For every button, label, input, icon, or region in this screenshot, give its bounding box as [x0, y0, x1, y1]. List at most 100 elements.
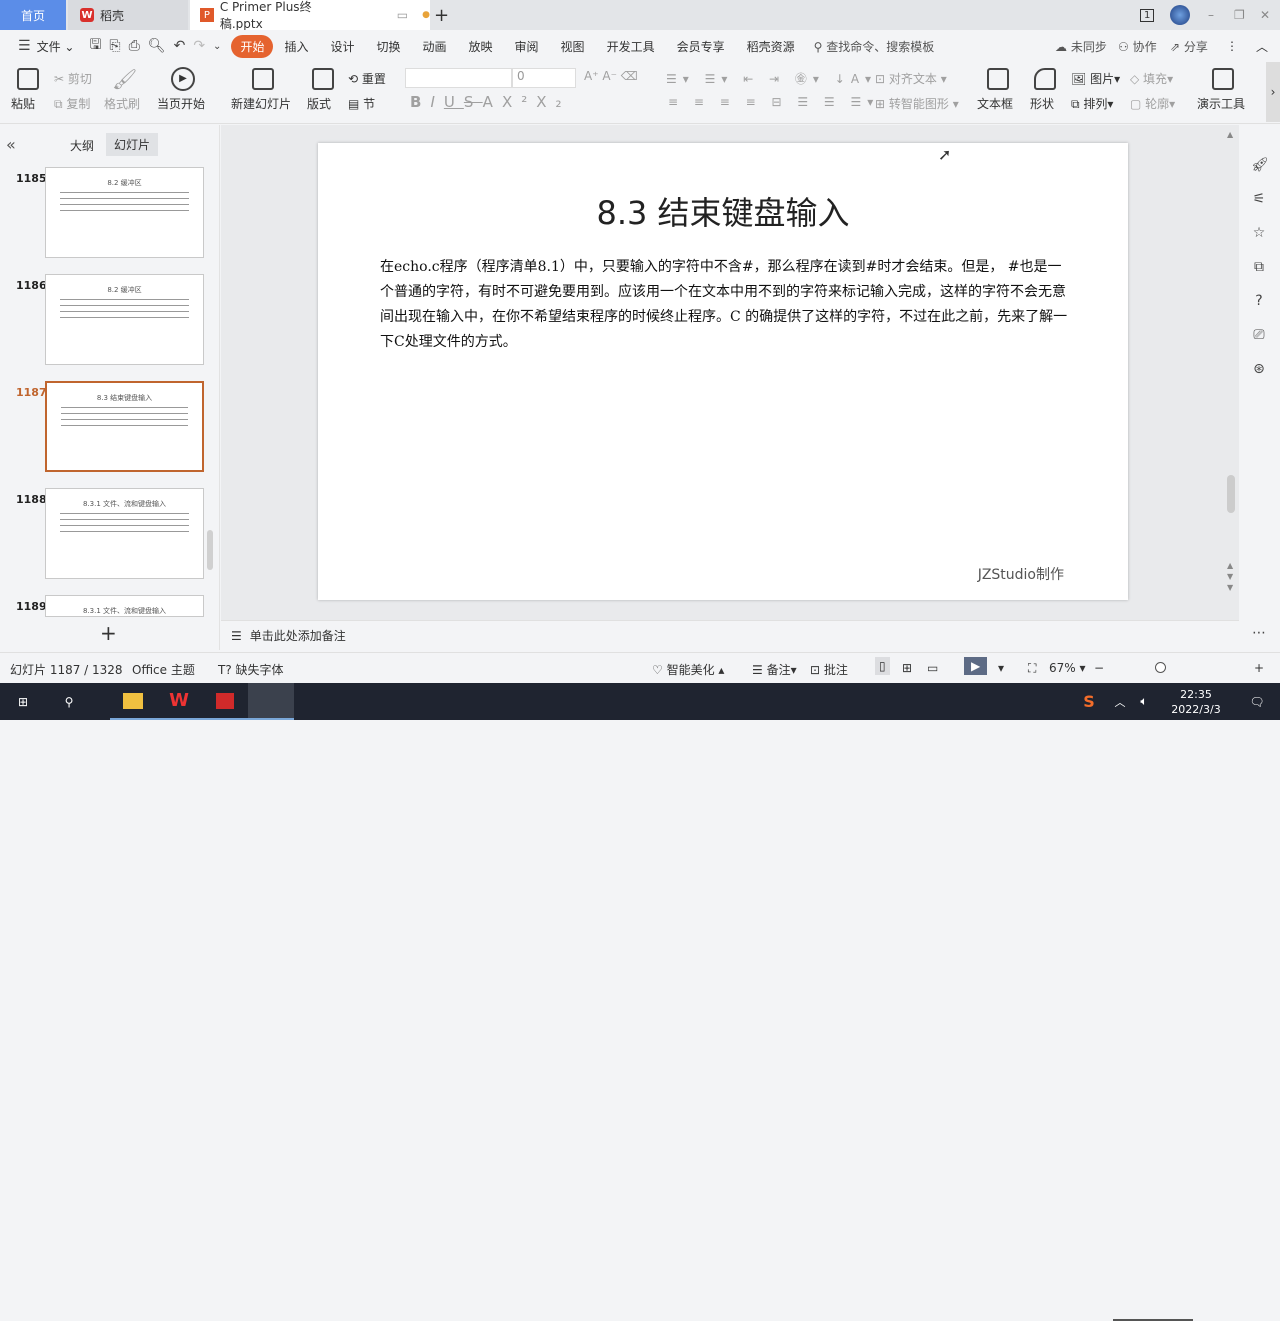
- wps-presentation-icon[interactable]: [202, 683, 248, 720]
- presentation-tools-button[interactable]: 演示工具: [1197, 95, 1245, 112]
- share-button[interactable]: ⇗ 分享: [1170, 38, 1208, 55]
- slide-thumbnail[interactable]: 8.3.1 文件、流和键盘输入: [45, 488, 204, 579]
- align-text-button[interactable]: ⊡ 对齐文本 ▾: [875, 70, 947, 87]
- reading-view-icon[interactable]: ▭: [927, 661, 938, 675]
- normal-view-icon[interactable]: ▯: [875, 657, 890, 675]
- restore-button[interactable]: ❐: [1234, 0, 1245, 30]
- textbox-button[interactable]: 文本框: [977, 95, 1013, 112]
- avatar[interactable]: [1170, 5, 1190, 25]
- quick-access-dropdown-icon[interactable]: ⌄: [209, 41, 225, 52]
- slide-title[interactable]: 8.3 结束键盘输入: [318, 188, 1128, 234]
- picture-button[interactable]: 🖼︎ 图片▾: [1071, 70, 1120, 87]
- paragraph-align-buttons[interactable]: ≡ ≡ ≡ ≡ ⊟ ☰ ☰ ☰▾: [668, 95, 879, 109]
- slide-body[interactable]: 在echo.c程序（程序清单8.1）中，只要输入的字符中不含#，那么程序在读到#…: [380, 255, 1068, 355]
- bold-button[interactable]: B: [410, 93, 430, 111]
- menu-item-6[interactable]: 审阅: [504, 38, 550, 55]
- rocket-icon[interactable]: 🚀︎: [1251, 157, 1269, 173]
- text-format-buttons[interactable]: BIUSAX²X₂: [410, 93, 571, 111]
- redo-icon[interactable]: ↷: [189, 38, 209, 54]
- undo-icon[interactable]: ↶: [170, 38, 190, 54]
- strikethrough-button[interactable]: S: [464, 93, 483, 111]
- cut-button[interactable]: ✂ 剪切: [54, 70, 92, 87]
- scroll-page-icons[interactable]: ▲ ▼ ▼: [1227, 560, 1233, 593]
- windows-start-icon[interactable]: ⊞: [0, 683, 46, 720]
- collapse-panel-icon[interactable]: «: [6, 135, 16, 154]
- slide-footer[interactable]: JZStudio制作: [978, 564, 1064, 584]
- canvas-scrollbar[interactable]: ▲ ▲ ▼ ▼: [1225, 130, 1237, 620]
- hamburger-icon[interactable]: ☰: [14, 38, 35, 54]
- scroll-up-icon[interactable]: ▲: [1227, 130, 1233, 139]
- backup-icon[interactable]: ⎚: [1251, 327, 1267, 343]
- menu-file[interactable]: 文件 ⌄: [35, 38, 86, 55]
- menu-item-3[interactable]: 切换: [365, 38, 411, 55]
- slide-thumbnail[interactable]: 8.2 缓冲区: [45, 274, 204, 365]
- paste-icon[interactable]: [17, 68, 39, 90]
- play-slideshow-button[interactable]: ▶: [964, 657, 988, 675]
- zoom-level[interactable]: 67% ▾: [1049, 661, 1086, 675]
- menu-item-2[interactable]: 设计: [319, 38, 365, 55]
- panel-scrollbar[interactable]: [207, 530, 213, 570]
- minimize-button[interactable]: –: [1208, 0, 1214, 30]
- menu-item-7[interactable]: 视图: [550, 38, 596, 55]
- collapse-ribbon-icon[interactable]: ︿: [1256, 38, 1268, 55]
- volume-icon[interactable]: 🔈︎: [1132, 683, 1156, 720]
- print-icon[interactable]: ⎙: [125, 38, 144, 54]
- add-slide-button[interactable]: +: [100, 621, 117, 645]
- slide[interactable]: 8.3 结束键盘输入 在echo.c程序（程序清单8.1）中，只要输入的字符中不…: [318, 143, 1128, 600]
- subscript-button[interactable]: X₂: [536, 93, 570, 111]
- tab-document[interactable]: P C Primer Plus终稿.pptx ▭ ●: [190, 0, 430, 31]
- zoom-out-button[interactable]: −: [1094, 661, 1104, 675]
- tab-slides[interactable]: 幻灯片: [106, 133, 159, 156]
- slide-thumbnail[interactable]: 8.3.1 文件、流和键盘输入: [45, 595, 204, 617]
- superscript-button[interactable]: X²: [502, 93, 536, 111]
- menu-item-4[interactable]: 动画: [412, 38, 458, 55]
- menu-item-5[interactable]: 放映: [458, 38, 504, 55]
- section-button[interactable]: ▤ 节: [348, 95, 375, 112]
- missing-font-button[interactable]: T? 缺失字体: [218, 661, 284, 678]
- slide-thumbnail[interactable]: 8.3 结束键盘输入: [45, 381, 204, 472]
- more-icon[interactable]: ⋮: [1226, 39, 1238, 53]
- menu-item-1[interactable]: 插入: [273, 38, 319, 55]
- window-count-icon[interactable]: 1: [1140, 8, 1155, 22]
- close-button[interactable]: ✕: [1260, 0, 1270, 30]
- list-buttons[interactable]: ☰▾ ☰▾ ⇤ ⇥ ㊎▾ ↓A▾: [666, 70, 877, 87]
- font-name-select[interactable]: [405, 68, 512, 88]
- wps-icon[interactable]: W: [156, 683, 202, 720]
- collab-button[interactable]: ⚇ 协作: [1118, 38, 1157, 55]
- menu-item-9[interactable]: 会员专享: [666, 38, 736, 55]
- sync-button[interactable]: ☁ 未同步: [1055, 38, 1107, 55]
- copy-button[interactable]: ⧉ 复制: [54, 95, 90, 112]
- format-painter-button[interactable]: 格式刷: [104, 95, 140, 112]
- theme-name[interactable]: Office 主题: [132, 661, 195, 678]
- zoom-slider-thumb[interactable]: [1154, 662, 1166, 673]
- notes-placeholder[interactable]: 单击此处添加备注: [250, 627, 346, 644]
- font-color-button[interactable]: A: [483, 93, 502, 111]
- reset-button[interactable]: ⟲ 重置: [348, 70, 386, 87]
- beautify-button[interactable]: ♡ 智能美化 ▴: [652, 661, 724, 678]
- print-preview-icon[interactable]: 🔍︎: [144, 38, 170, 54]
- command-search[interactable]: ⚲ 查找命令、搜索模板: [814, 38, 935, 55]
- help-icon[interactable]: ?: [1251, 293, 1267, 309]
- scrollbar-thumb[interactable]: [1227, 475, 1235, 513]
- animation-icon[interactable]: ☆: [1251, 225, 1267, 241]
- tab-outline[interactable]: 大纲: [70, 137, 94, 154]
- new-slide-button[interactable]: 新建幻灯片: [231, 95, 291, 112]
- arrange-button[interactable]: ⧉ 排列▾: [1071, 95, 1113, 112]
- paste-button[interactable]: 粘贴: [11, 95, 35, 112]
- notification-icon[interactable]: 🗨︎: [1234, 683, 1280, 720]
- fit-window-icon[interactable]: ⛶: [1028, 661, 1036, 676]
- location-icon[interactable]: ⊛: [1251, 361, 1267, 377]
- play-dropdown-icon[interactable]: ▾: [998, 661, 1004, 675]
- more-options-icon[interactable]: ⋯: [1251, 625, 1267, 641]
- font-size-controls[interactable]: A⁺ A⁻ ⌫: [584, 69, 638, 83]
- menu-item-10[interactable]: 稻壳资源: [736, 38, 806, 55]
- save-icon[interactable]: 🖫: [85, 34, 105, 58]
- comment-button[interactable]: ⊡ 批注: [810, 661, 848, 678]
- tray-expand-icon[interactable]: ︿: [1108, 683, 1132, 720]
- monitor-icon[interactable]: ▭: [397, 8, 408, 22]
- outline-button[interactable]: ▢ 轮廓▾: [1130, 95, 1175, 112]
- slide-thumbnail[interactable]: 8.2 缓冲区: [45, 167, 204, 258]
- new-tab-button[interactable]: +: [434, 0, 449, 30]
- search-icon[interactable]: ⚲: [46, 683, 92, 720]
- tab-home[interactable]: 首页: [0, 0, 66, 30]
